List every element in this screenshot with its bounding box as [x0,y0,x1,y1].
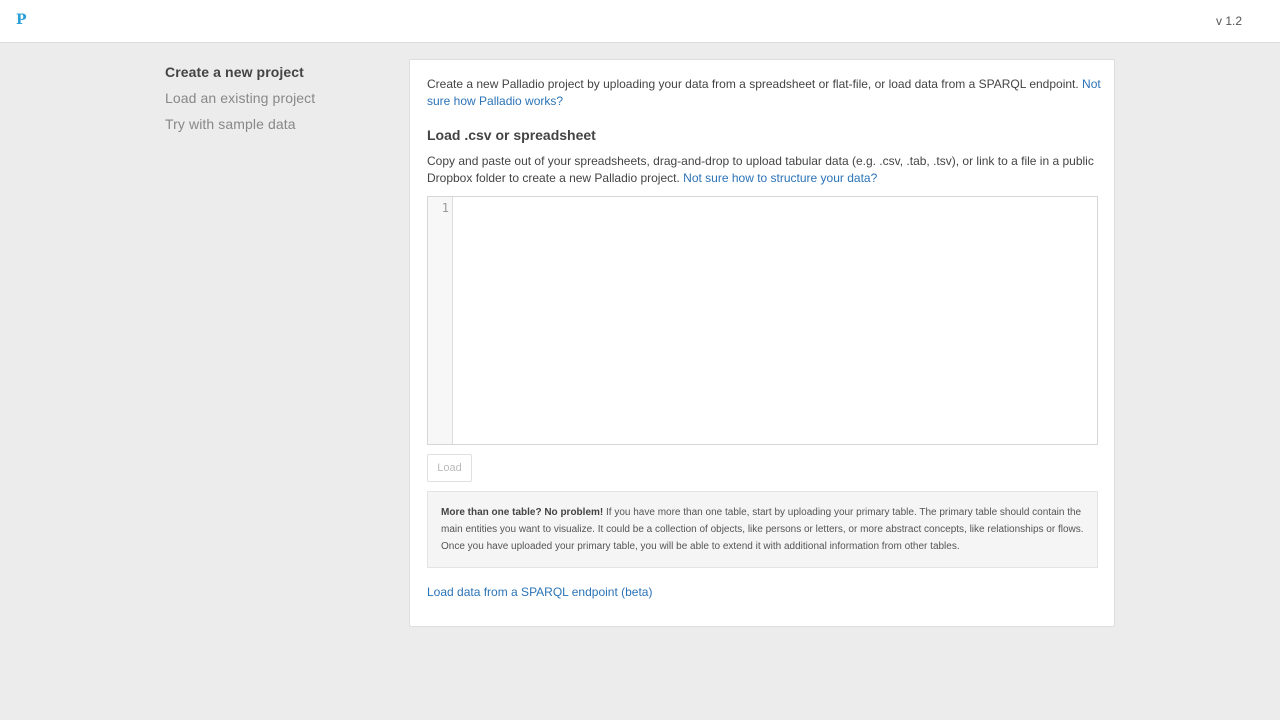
sparql-endpoint-link[interactable]: Load data from a SPARQL endpoint (beta) [427,585,652,599]
palladio-logo[interactable]: P [16,12,27,28]
line-number: 1 [441,201,449,215]
info-box: More than one table? No problem! If you … [427,491,1098,568]
intro-text: Create a new Palladio project by uploadi… [427,77,1083,91]
data-editor[interactable]: 1 [427,196,1098,445]
load-button[interactable]: Load [427,454,472,482]
section-title: Load .csv or spreadsheet [427,127,596,143]
top-bar: P v 1.2 [0,0,1280,43]
info-bold-text: More than one table? No problem! [441,507,604,518]
structure-data-link[interactable]: Not sure how to structure your data? [683,171,877,185]
create-project-panel: Create a new Palladio project by uploadi… [409,59,1115,627]
data-input[interactable] [454,197,1097,444]
editor-gutter: 1 [428,197,453,444]
sidebar-item-create-project[interactable]: Create a new project [165,62,385,88]
intro-paragraph: Create a new Palladio project by uploadi… [427,76,1107,110]
sidebar-item-load-project[interactable]: Load an existing project [165,88,385,114]
sidebar-nav: Create a new project Load an existing pr… [165,62,385,140]
version-label: v 1.2 [1215,14,1242,28]
section-description: Copy and paste out of your spreadsheets,… [427,153,1107,187]
sidebar-item-sample-data[interactable]: Try with sample data [165,114,385,140]
